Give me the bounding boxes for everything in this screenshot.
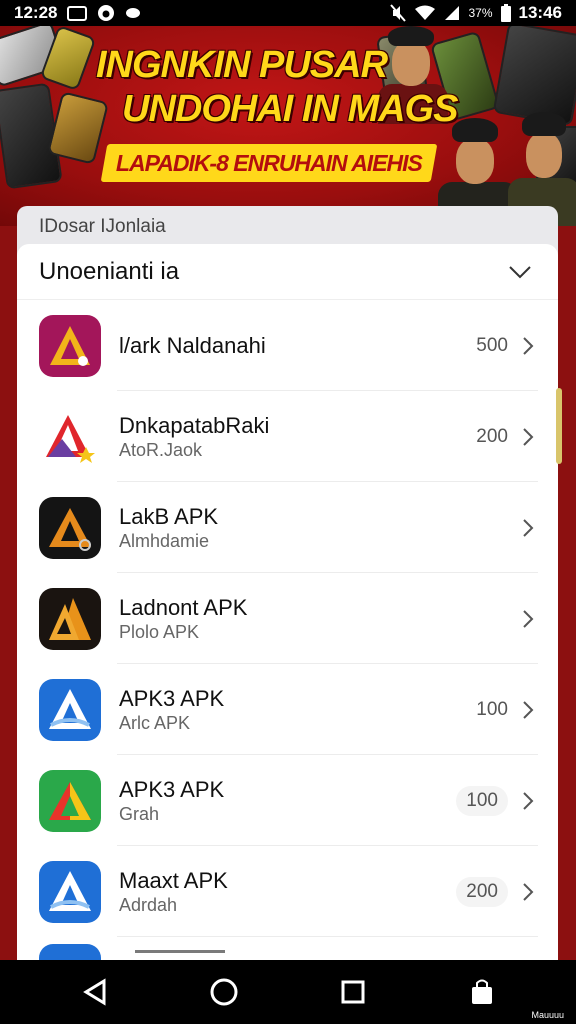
status-time-right: 13:46 bbox=[518, 3, 562, 22]
app-name: APK3 APK bbox=[119, 685, 225, 711]
message-icon bbox=[67, 5, 88, 21]
bottom-sheet: Unoenianti ia l/ark Naldanahi 500 Dnkapa… bbox=[17, 244, 558, 960]
scrollbar[interactable] bbox=[556, 388, 562, 464]
nav-label: Mauuuu bbox=[531, 1010, 564, 1020]
back-button[interactable] bbox=[65, 962, 125, 1022]
list-item[interactable]: APK3 APK Grah 100 bbox=[17, 755, 558, 846]
promo-banner[interactable]: INGNKIN PUSAR UNDOHAI IN MAGS LAPADIK-8 … bbox=[0, 26, 576, 226]
app-name: LakB APK bbox=[119, 503, 219, 529]
recents-button[interactable] bbox=[323, 962, 383, 1022]
list-item[interactable]: l/ark Naldanahi 500 bbox=[17, 300, 558, 391]
back-triangle-icon bbox=[82, 978, 105, 1006]
app-icon bbox=[39, 944, 101, 960]
chevron-right-icon bbox=[518, 427, 538, 447]
chevron-right-icon bbox=[518, 518, 538, 538]
app-count: 100 bbox=[476, 698, 508, 720]
list-item[interactable]: APK3 APK Arlc APK 100 bbox=[17, 664, 558, 755]
wifi-icon bbox=[414, 5, 436, 21]
app-count: 100 bbox=[456, 785, 508, 816]
chevron-right-icon bbox=[518, 791, 538, 811]
app-subtitle: Almhdamie bbox=[119, 530, 210, 551]
collapse-button[interactable] bbox=[504, 256, 536, 288]
partial-list-item bbox=[135, 950, 225, 960]
navigation-bar: Mauuuu bbox=[0, 960, 576, 1024]
app-list: l/ark Naldanahi 500 DnkapatabRaki AtoR.J… bbox=[17, 300, 558, 937]
app-name: APK3 APK bbox=[119, 776, 225, 802]
app-subtitle: AtoR.Jaok bbox=[119, 439, 203, 460]
list-item[interactable]: DnkapatabRaki AtoR.Jaok 200 bbox=[17, 391, 558, 482]
list-item[interactable]: Maaxt APK Adrdah 200 bbox=[17, 846, 558, 937]
mute-icon bbox=[390, 4, 407, 22]
app-icon bbox=[39, 314, 101, 377]
app-icon bbox=[39, 496, 101, 559]
list-item[interactable]: Ladnont APK Plolo APK bbox=[17, 573, 558, 664]
app-count: 500 bbox=[476, 334, 508, 356]
chevron-right-icon bbox=[518, 882, 538, 902]
app-icon bbox=[39, 678, 101, 741]
recents-square-icon bbox=[341, 980, 364, 1004]
home-circle-icon bbox=[210, 978, 237, 1006]
app-icon bbox=[39, 587, 101, 650]
app-icon bbox=[39, 405, 101, 468]
app-icon bbox=[39, 860, 101, 923]
menu-button[interactable] bbox=[452, 962, 512, 1022]
sheet-header: Unoenianti ia bbox=[17, 244, 558, 300]
banner-ribbon: LAPADIK-8 ENRUHAIN AIEHIS bbox=[100, 144, 438, 182]
status-time-left: 12:28 bbox=[14, 3, 58, 22]
banner-title-line2: UNDOHAI IN MAGS bbox=[122, 88, 458, 130]
chevron-down-icon bbox=[509, 265, 531, 278]
chevron-right-icon bbox=[518, 336, 538, 356]
app-subtitle: Grah bbox=[119, 803, 160, 824]
battery-icon bbox=[500, 4, 511, 22]
banner-title-line1: INGNKIN PUSAR bbox=[96, 44, 388, 86]
bag-icon bbox=[471, 979, 492, 1004]
app-count: 200 bbox=[476, 425, 508, 447]
app-name: l/ark Naldanahi bbox=[119, 332, 266, 358]
battery-percent: 37% bbox=[468, 6, 493, 20]
list-item[interactable]: LakB APK Almhdamie bbox=[17, 482, 558, 573]
back-sheet-title: IDosar IJonlaia bbox=[39, 216, 166, 237]
status-bar: 12:28 37% 13:46 bbox=[0, 0, 576, 26]
app-subtitle: Arlc APK bbox=[119, 712, 191, 733]
chevron-right-icon bbox=[518, 609, 538, 629]
app-count: 200 bbox=[456, 876, 508, 907]
sheet-title: Unoenianti ia bbox=[39, 257, 180, 285]
app-notification-icon bbox=[97, 4, 115, 22]
signal-icon bbox=[444, 5, 460, 21]
home-button[interactable] bbox=[194, 962, 254, 1022]
app-subtitle: Adrdah bbox=[119, 894, 178, 915]
app-name: Ladnont APK bbox=[119, 594, 248, 620]
app-subtitle: Plolo APK bbox=[119, 621, 200, 642]
banner-device-image bbox=[46, 91, 110, 165]
chevron-right-icon bbox=[518, 700, 538, 720]
banner-ribbon-text: LAPADIK-8 ENRUHAIN AIEHIS bbox=[116, 149, 422, 176]
dot-notification-icon bbox=[125, 7, 141, 19]
app-name: DnkapatabRaki bbox=[119, 412, 270, 438]
app-name: Maaxt APK bbox=[119, 867, 228, 893]
app-icon bbox=[39, 769, 101, 832]
